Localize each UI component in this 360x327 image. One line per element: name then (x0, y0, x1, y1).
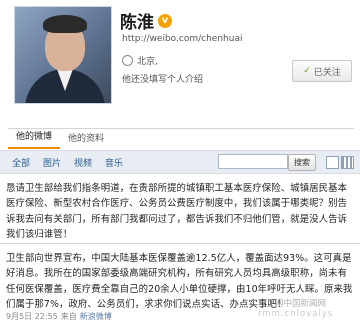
verified-icon: v (158, 13, 172, 28)
location-icon (122, 55, 133, 66)
avatar-hair (43, 15, 87, 33)
filter-images[interactable]: 图片 (43, 156, 61, 169)
post-1-text: 恳请卫生部给我们指条明道，在贵部所提的城镇职工基本医疗保险、城镇居民基本医疗保险… (6, 183, 348, 240)
tab-profile-info[interactable]: 他的资料 (60, 131, 112, 149)
profile-bio: 他还没填写个人介绍 (122, 75, 204, 85)
check-icon: ✓ (303, 66, 311, 76)
profile-header: 陈淮 v http://weibo.com/chenhuai 北京, 他还没填写… (0, 0, 360, 118)
profile-tabs: 他的微博 他的资料 (8, 128, 354, 149)
filter-videos[interactable]: 视频 (74, 156, 92, 169)
name-row: 陈淮 v (120, 8, 172, 33)
watermark-line-2: rmm.cnlovalys (258, 309, 334, 319)
grid-view-icon[interactable] (341, 156, 354, 169)
post-meta: 9月5日 22:55 来自 新浪微博 (6, 311, 112, 322)
feed-search-input[interactable] (218, 154, 288, 169)
profile-name[interactable]: 陈淮 (120, 8, 154, 33)
follow-label: 已关注 (313, 67, 341, 78)
feed-toolbar: 全部 图片 视频 音乐 搜索 (0, 150, 360, 174)
post-date[interactable]: 9月5日 22:55 (6, 311, 58, 322)
filter-music[interactable]: 音乐 (105, 156, 123, 169)
profile-url[interactable]: http://weibo.com/chenhuai (122, 34, 242, 44)
watermark-line-1: 今上网中国新闻网 (258, 299, 327, 309)
post-divider (0, 243, 360, 244)
list-view-icon[interactable] (326, 156, 339, 169)
feed-filters: 全部 图片 视频 音乐 (12, 156, 123, 169)
location: 北京, (122, 54, 158, 67)
filter-all[interactable]: 全部 (12, 156, 30, 169)
search-button[interactable]: 搜索 (288, 154, 316, 171)
follow-button[interactable]: ✓ 已关注 (292, 60, 352, 82)
post-source[interactable]: 新浪微博 (80, 311, 112, 322)
tab-weibo[interactable]: 他的微博 (8, 129, 61, 149)
location-text: 北京, (137, 57, 158, 67)
post-via: 来自 (60, 312, 77, 321)
avatar[interactable] (14, 6, 112, 104)
watermark: 今上网中国新闻网 rmm.cnlovalys (258, 299, 358, 325)
